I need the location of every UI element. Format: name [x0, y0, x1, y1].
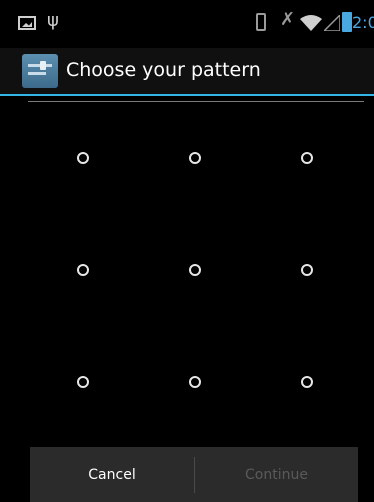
action-bar-divider [0, 94, 374, 96]
no-signal-icon: ✗ [280, 9, 296, 30]
pattern-dot-8[interactable] [189, 376, 201, 388]
wifi-icon [300, 15, 322, 31]
lock-pattern-screen: ψ ✗ 2:02 Choose your pattern Cancel [0, 0, 374, 502]
picture-icon [18, 16, 36, 30]
clock: 2:02 [352, 13, 374, 32]
pattern-dot-9[interactable] [301, 376, 313, 388]
pattern-dot-6[interactable] [301, 264, 313, 276]
bluetooth-icon [256, 13, 266, 31]
pattern-dot-5[interactable] [189, 264, 201, 276]
continue-button[interactable]: Continue [195, 447, 358, 502]
action-bar: Choose your pattern [0, 48, 374, 94]
sim-icon [324, 15, 340, 31]
pattern-dot-1[interactable] [77, 152, 89, 164]
pattern-dot-7[interactable] [77, 376, 89, 388]
battery-icon [342, 12, 352, 32]
pattern-dot-2[interactable] [189, 152, 201, 164]
page-title: Choose your pattern [66, 59, 261, 81]
pattern-dot-3[interactable] [301, 152, 313, 164]
cancel-button[interactable]: Cancel [30, 447, 194, 502]
settings-app-icon[interactable] [22, 54, 58, 88]
status-bar: ψ ✗ 2:02 [0, 0, 374, 48]
usb-icon: ψ [47, 10, 59, 31]
pattern-dot-4[interactable] [77, 264, 89, 276]
button-bar: Cancel Continue [30, 447, 358, 502]
header-divider [28, 101, 364, 102]
